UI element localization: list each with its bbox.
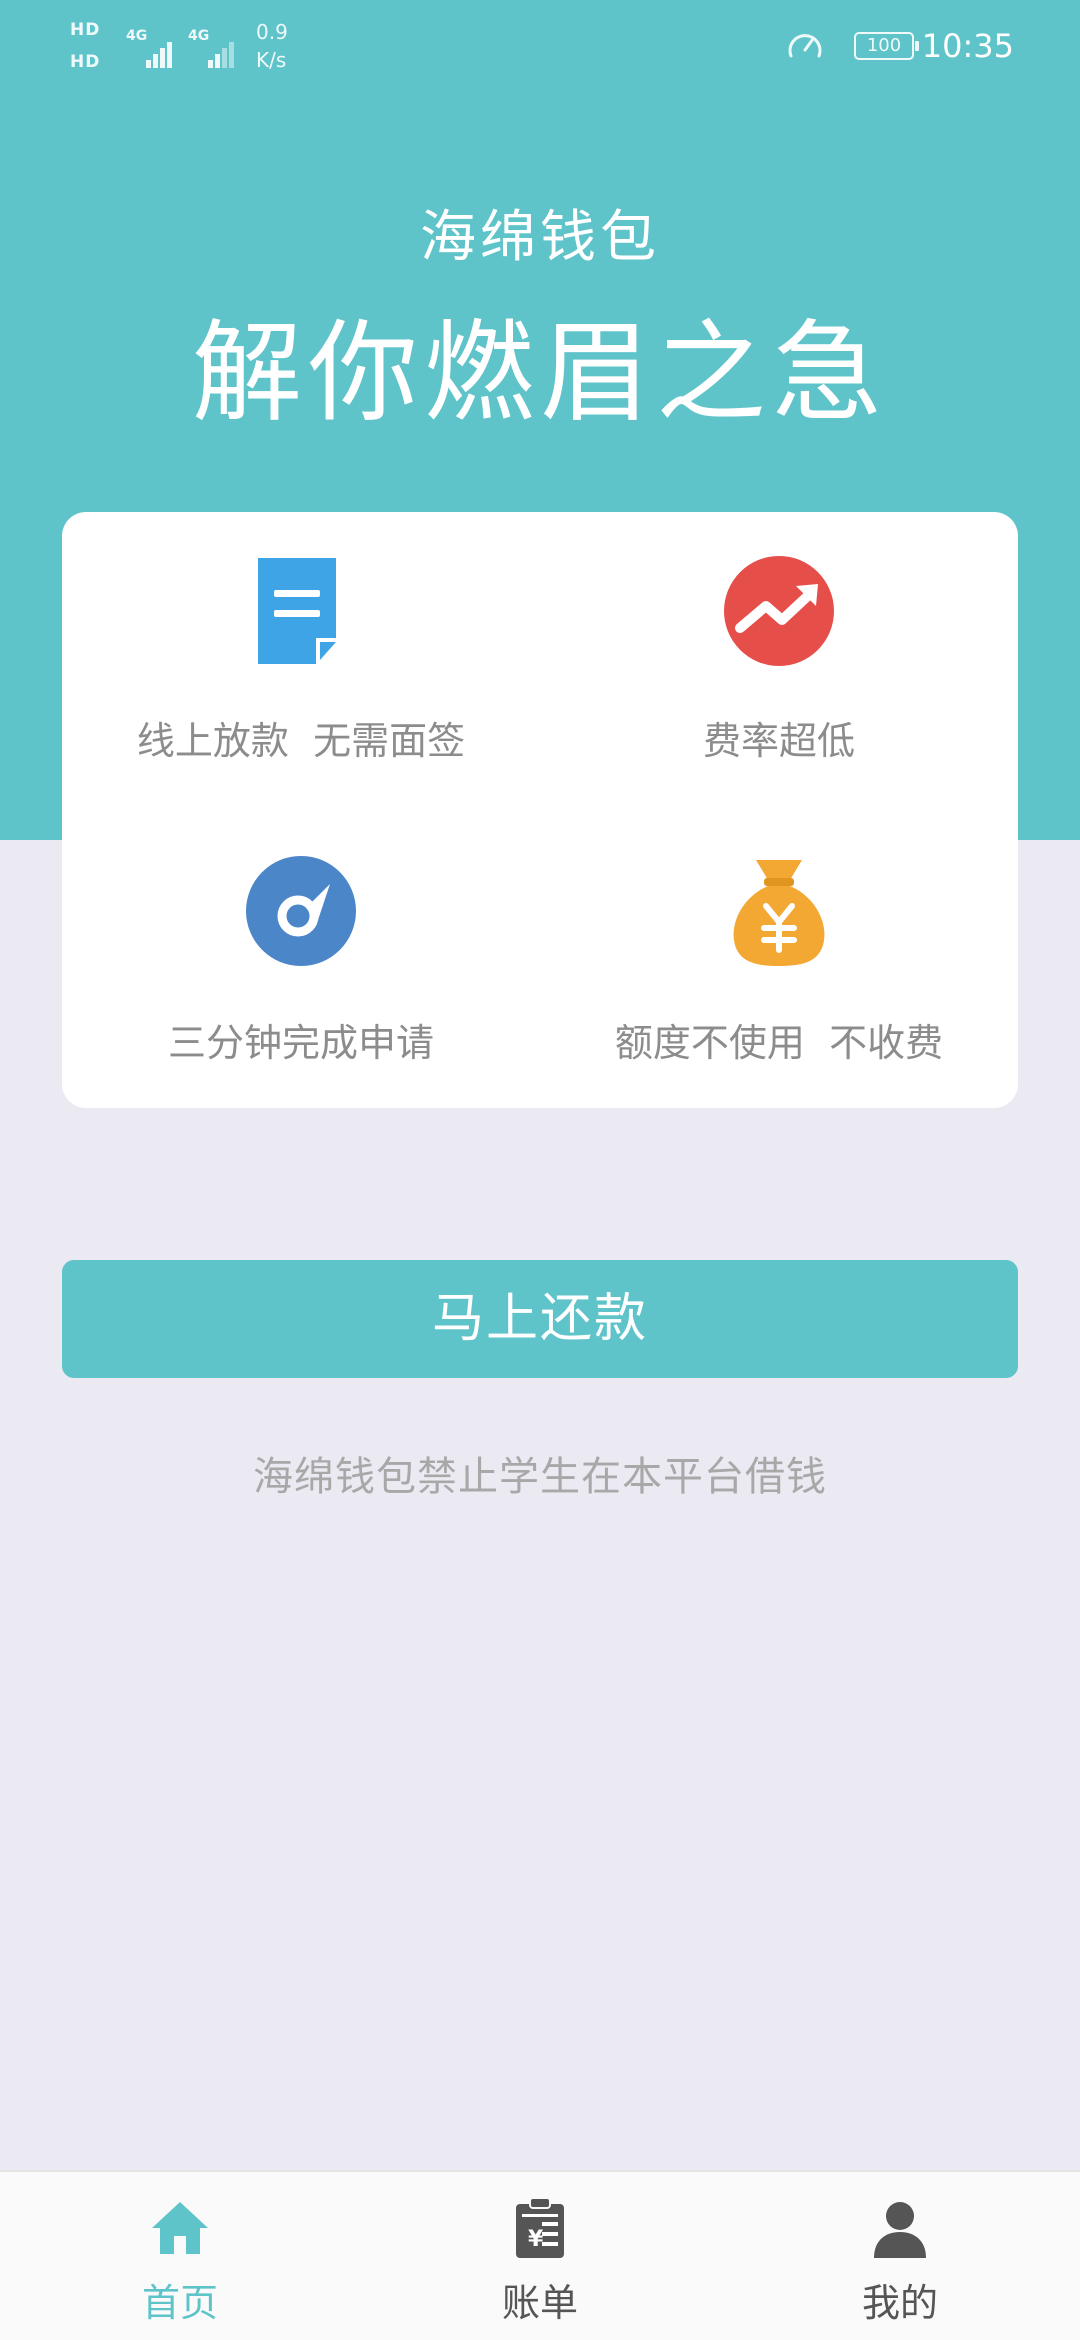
signal-icon-1: 4G [126,28,176,68]
bill-icon: ¥ [516,2197,564,2258]
network-type-2: 4G [188,28,210,44]
gauge-icon [246,856,356,966]
home-icon [152,2202,208,2254]
user-icon [874,2202,926,2258]
home-page: HD HD 4G 4G 0.9 K/s 100 10:35 海绵钱包 解你燃眉之… [0,0,1080,2340]
nav-label-bill: 账单 [501,2281,578,2325]
feature-no-fee: 额度不使用 不收费 [540,810,1018,1108]
feature-label: 费率超低 [702,719,855,763]
clock: 10:35 [921,27,1014,65]
trend-up-icon [724,556,834,666]
student-loan-notice: 海绵钱包禁止学生在本平台借钱 [253,1454,827,1500]
hd-indicator-1: HD [70,20,101,40]
feature-card: 线上放款 无需面签 费率超低 三分钟完成申请 额度不使用 不收费 [62,512,1018,1108]
feature-label: 额度不使用 不收费 [614,1021,944,1065]
feature-low-rate: 费率超低 [540,512,1018,810]
speedometer-icon [788,34,822,58]
network-type-1: 4G [126,28,148,44]
money-bag-icon [733,860,825,966]
nav-label-me: 我的 [861,2281,938,2325]
svg-text:¥: ¥ [528,2227,544,2252]
signal-icon-2: 4G [188,28,238,68]
battery-icon: 100 [854,32,919,60]
nav-item-bill[interactable]: ¥ 账单 [360,2172,720,2340]
bottom-nav: 首页 ¥ 账单 我的 [0,2170,1080,2340]
nav-item-me[interactable]: 我的 [720,2172,1080,2340]
status-bar: HD HD 4G 4G 0.9 K/s 100 10:35 [0,0,1080,96]
nav-label-home: 首页 [141,2281,218,2325]
nav-item-home[interactable]: 首页 [0,2172,360,2340]
slogan: 解你燃眉之急 [192,309,888,437]
feature-quick-apply: 三分钟完成申请 [62,810,540,1108]
network-speed-unit: K/s [256,48,287,72]
feature-online-loan: 线上放款 无需面签 [62,512,540,810]
hd-indicator-2: HD [70,52,101,72]
battery-level: 100 [866,35,902,56]
network-speed-value: 0.9 [256,20,288,44]
network-speed: 0.9 K/s [256,18,288,74]
repay-now-button[interactable]: 马上还款 [62,1260,1018,1378]
app-name: 海绵钱包 [420,205,660,270]
document-icon [258,558,336,664]
feature-label: 三分钟完成申请 [167,1021,434,1065]
feature-label: 线上放款 无需面签 [136,719,466,763]
